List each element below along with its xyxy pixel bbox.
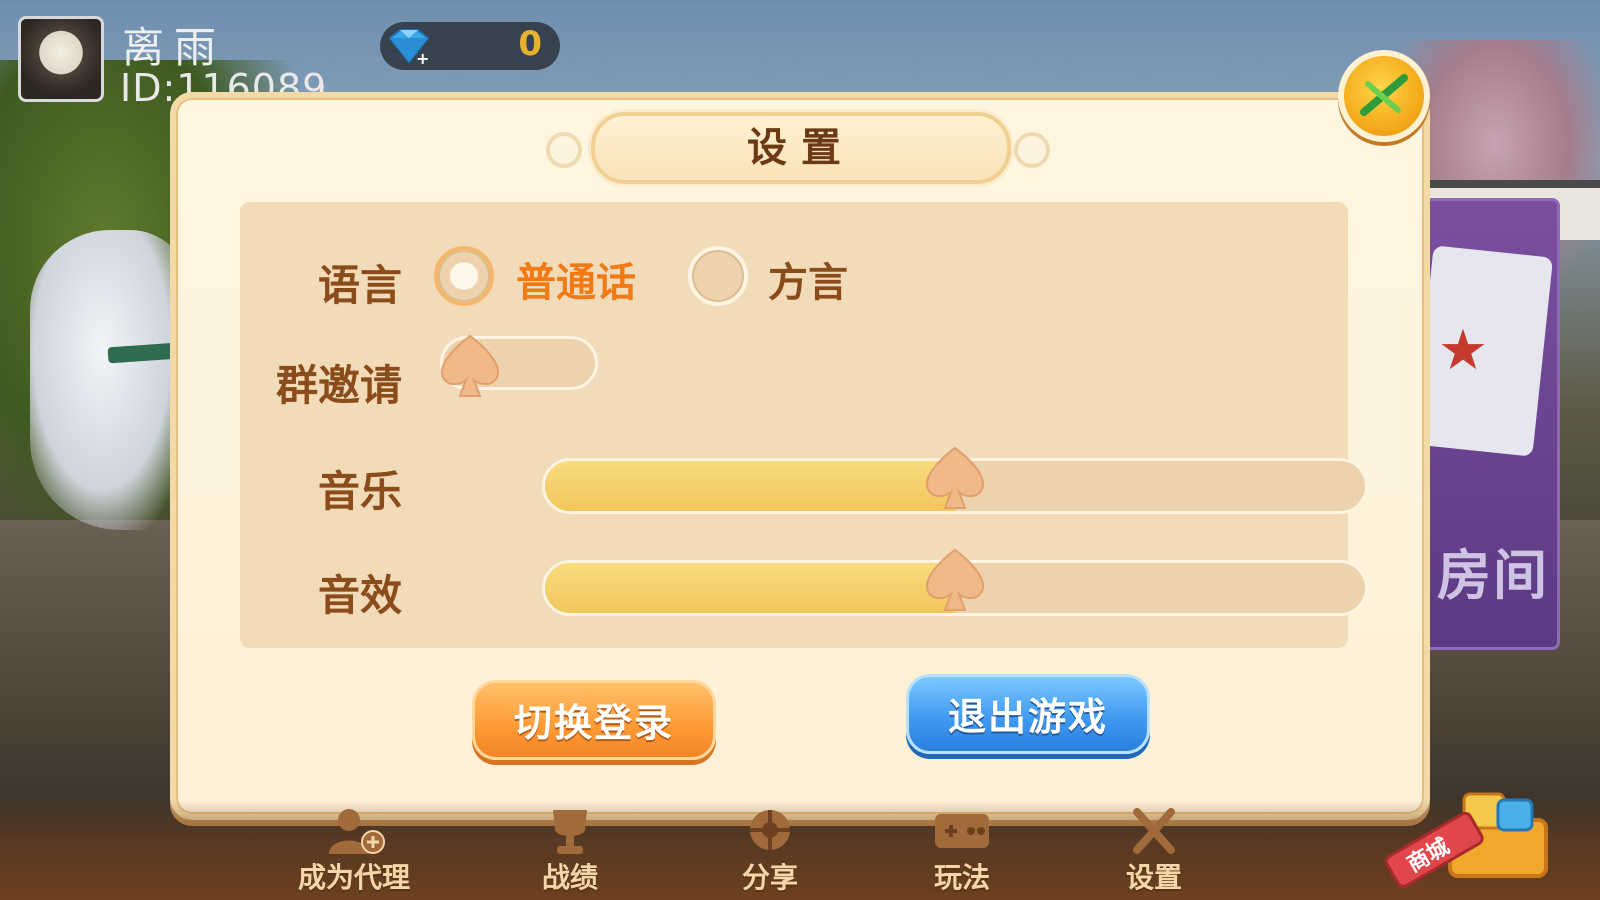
nav-item-share[interactable]: 分享 <box>720 806 820 900</box>
shop-button[interactable]: 商城 <box>1380 770 1560 890</box>
close-icon <box>1360 74 1408 116</box>
sound-effect-slider-fill <box>545 563 955 613</box>
title-ornament-left-icon <box>546 132 582 168</box>
music-label: 音乐 <box>317 467 402 516</box>
radio-dialect-label[interactable]: 方言 <box>768 250 848 308</box>
avatar[interactable] <box>18 16 104 102</box>
nav-label-agent: 成为代理 <box>297 861 410 894</box>
gem-counter[interactable]: + 0 <box>380 22 560 70</box>
nav-item-record[interactable]: 战绩 <box>520 806 620 900</box>
close-button[interactable] <box>1338 50 1430 142</box>
group-invite-label: 群邀请 <box>275 361 402 410</box>
nav-item-settings[interactable]: 设置 <box>1104 806 1204 900</box>
switch-login-button[interactable]: 切换登录 <box>472 680 716 760</box>
exit-game-button[interactable]: 退出游戏 <box>906 674 1150 754</box>
nav-label-share: 分享 <box>741 861 798 894</box>
gamepad-icon <box>935 814 989 848</box>
spade-sound-effect-thumb-icon[interactable] <box>919 544 991 616</box>
share-icon <box>750 810 790 850</box>
music-slider-fill <box>545 461 955 511</box>
nav-label-record: 战绩 <box>541 861 598 894</box>
settings-panel: 语言 普通话 方言 群邀请 音乐 音效 <box>240 202 1368 648</box>
shop-basket-icon: 商城 <box>1384 792 1548 888</box>
agent-plus-icon <box>329 809 385 854</box>
trophy-icon <box>553 810 587 854</box>
nav-label-settings: 设置 <box>1125 861 1182 894</box>
nav-item-rules[interactable]: 玩法 <box>912 806 1012 900</box>
spade-toggle-knob-icon[interactable] <box>434 330 506 402</box>
gem-count: 0 <box>518 24 542 64</box>
star-icon: ★ <box>1437 318 1489 383</box>
language-label: 语言 <box>317 261 402 310</box>
dialog-title-plate: 设置 <box>591 112 1011 184</box>
radio-mandarin[interactable] <box>434 246 494 306</box>
settings-dialog: 设置 语言 普通话 方言 群邀请 音乐 音效 切换登录 退出游戏 <box>170 92 1430 820</box>
room-label: 房间 <box>1437 544 1549 607</box>
settings-icon <box>1133 808 1175 854</box>
dialog-title: 设置 <box>747 125 855 171</box>
svg-text:+: + <box>416 49 429 66</box>
radio-dialect[interactable] <box>688 246 748 306</box>
background-character <box>30 230 190 530</box>
title-ornament-right-icon <box>1014 132 1050 168</box>
diamond-icon: + <box>388 29 429 66</box>
nav-item-agent[interactable]: 成为代理 <box>296 806 412 900</box>
spade-music-thumb-icon[interactable] <box>919 442 991 514</box>
sound-effect-label: 音效 <box>317 571 402 620</box>
nav-label-rules: 玩法 <box>933 861 990 894</box>
radio-mandarin-label[interactable]: 普通话 <box>516 250 636 308</box>
